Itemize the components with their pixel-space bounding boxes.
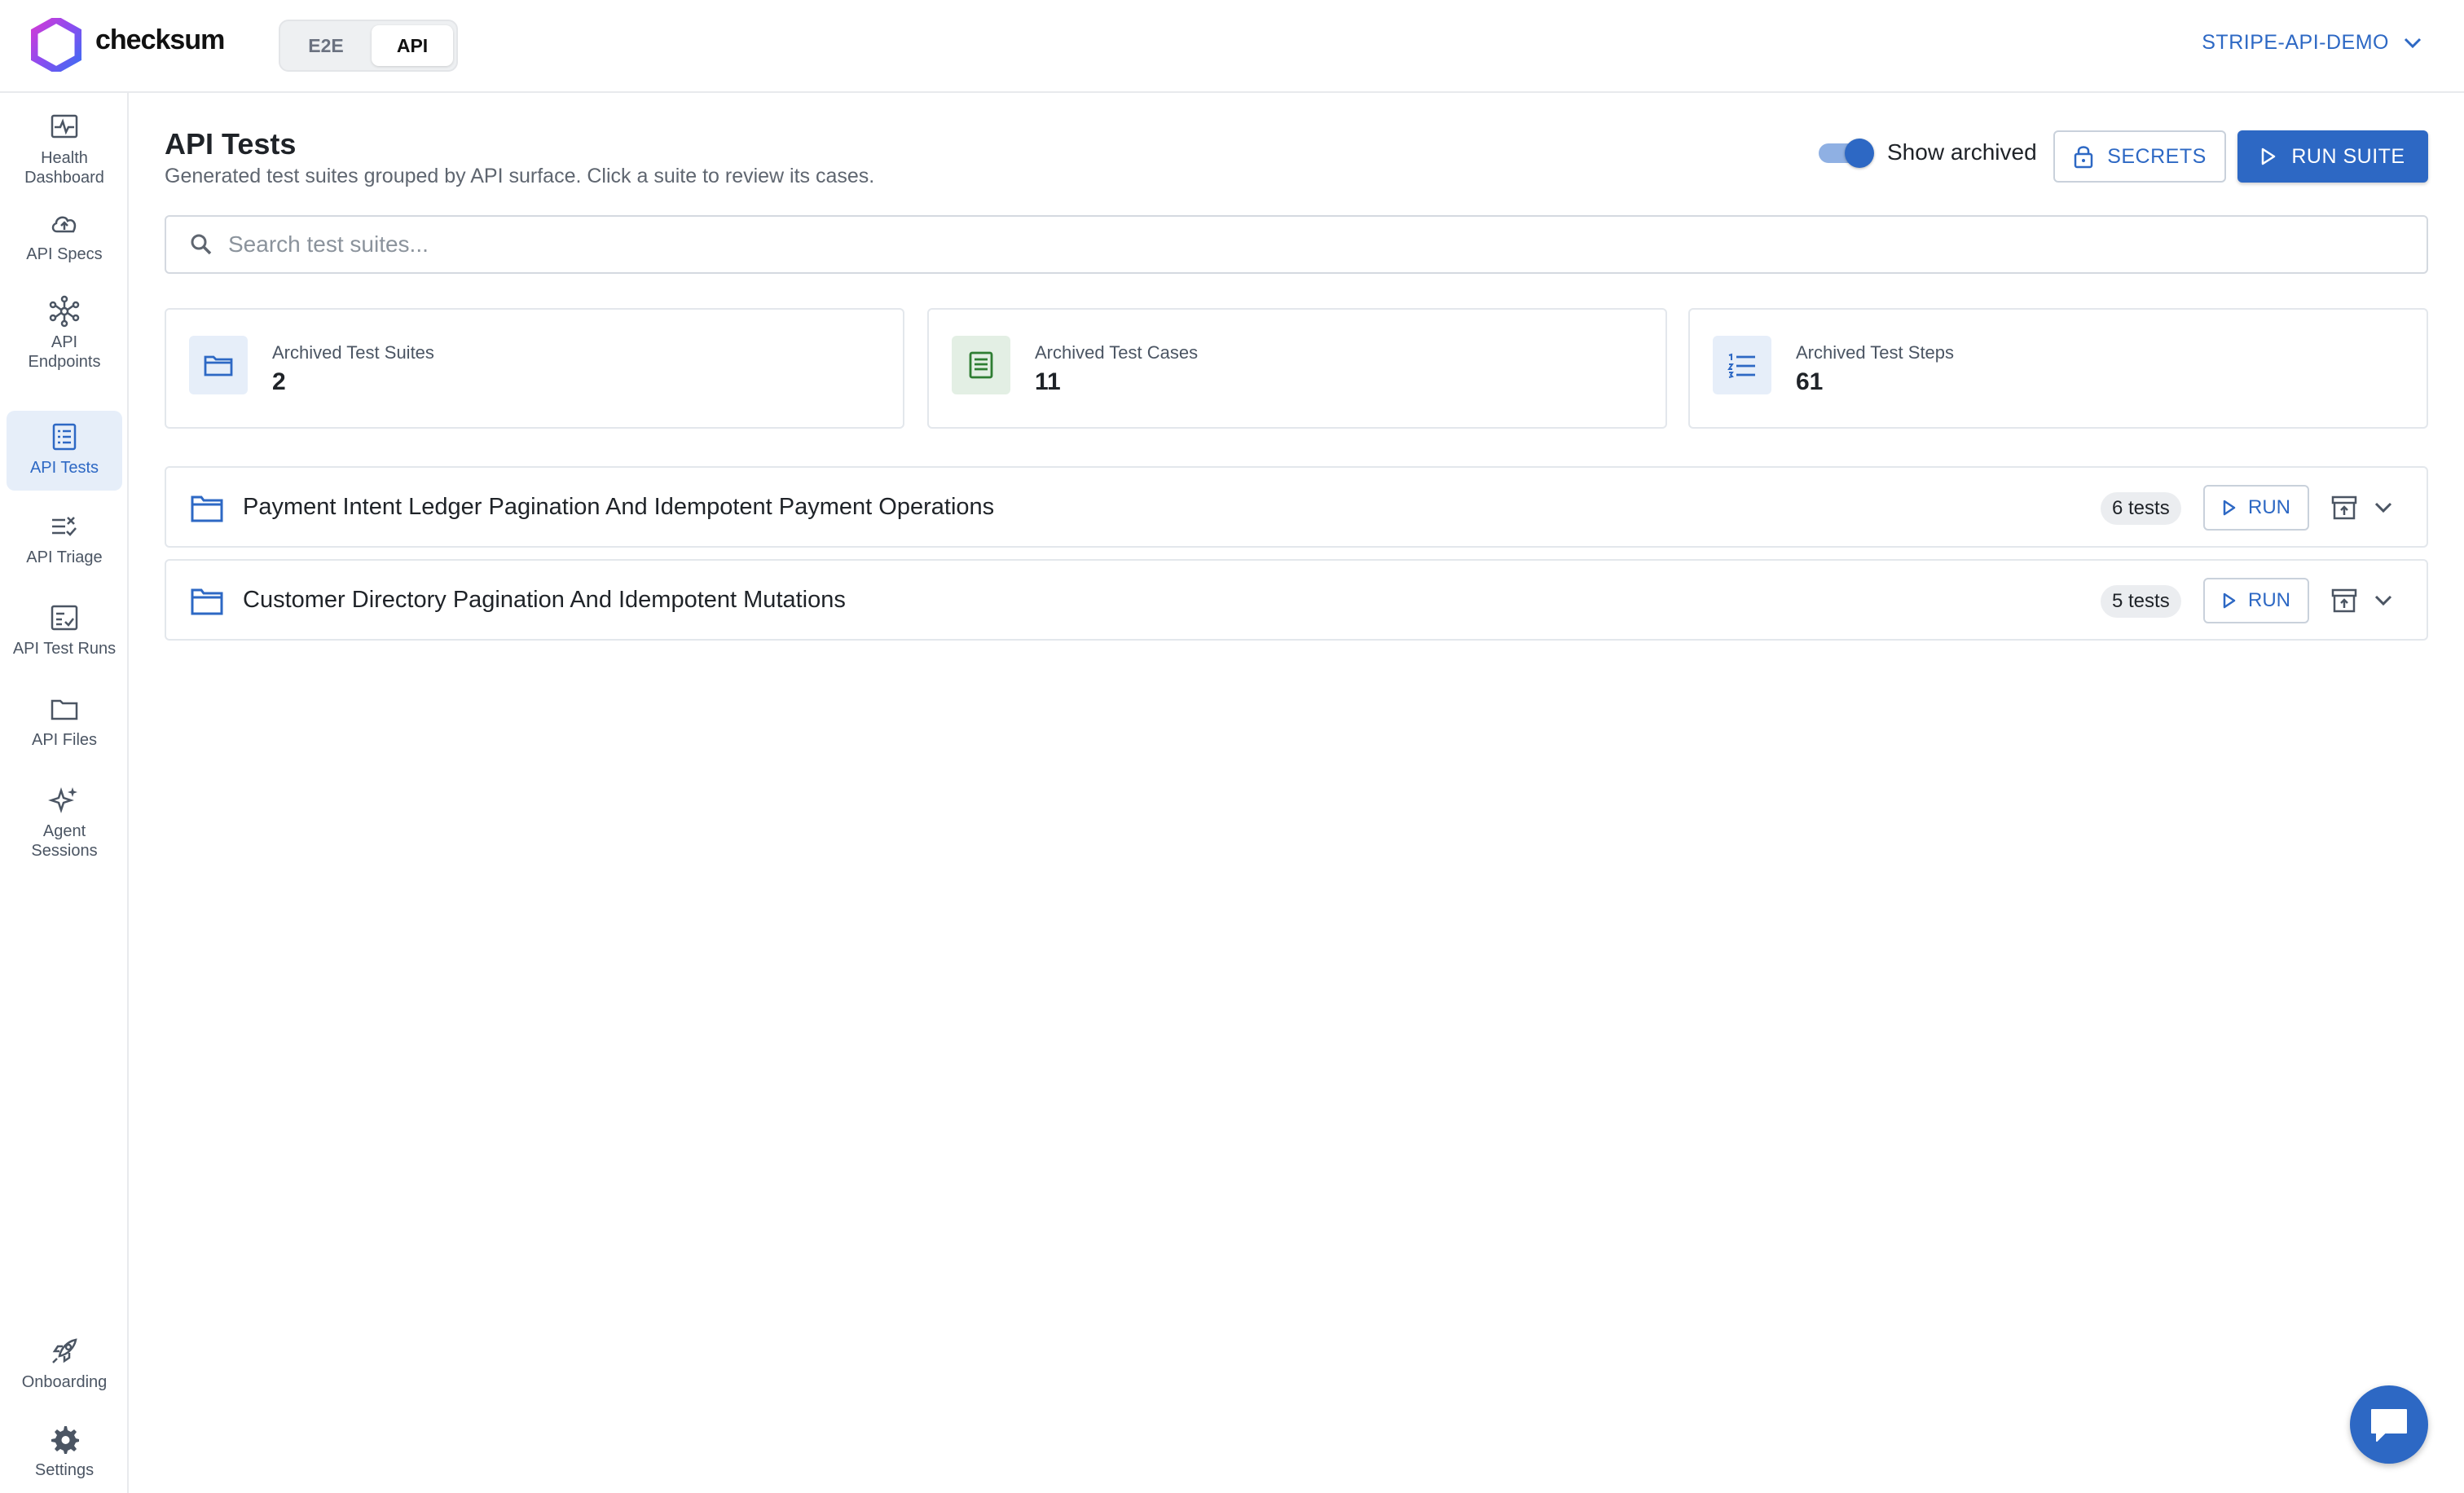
triage-icon <box>52 517 77 536</box>
org-name: STRIPE-API-DEMO <box>2202 31 2389 54</box>
suite-row[interactable]: Payment Intent Ledger Pagination And Ide… <box>165 466 2428 548</box>
chevron-down-icon <box>2404 37 2422 48</box>
stat-value: 61 <box>1796 368 1824 395</box>
run-label: RUN <box>2248 589 2290 611</box>
unarchive-icon[interactable] <box>2330 587 2358 614</box>
sidebar-item-api-files[interactable]: API Files <box>7 683 122 761</box>
cloud-upload-icon <box>51 216 77 233</box>
sidebar-item-label: Health Dashboard <box>24 149 104 187</box>
chevron-down-icon[interactable] <box>2373 590 2394 611</box>
lock-icon <box>2074 146 2093 169</box>
secrets-label: SECRETS <box>2107 144 2207 168</box>
page-title: API Tests <box>165 127 297 161</box>
search-icon <box>191 234 212 255</box>
sidebar-item-label: Settings <box>34 1461 95 1479</box>
top-bar: checksum E2E API STRIPE-API-DEMO <box>0 0 2464 93</box>
play-icon <box>2262 148 2276 165</box>
unarchive-icon[interactable] <box>2330 494 2358 522</box>
run-label: RUN <box>2248 496 2290 518</box>
sidebar: Health Dashboard API Specs API Endpoints… <box>0 93 129 1493</box>
checklist-icon <box>51 605 78 631</box>
stat-label: Archived Test Steps <box>1796 342 1955 363</box>
brand-name: checksum <box>95 24 225 55</box>
sidebar-item-api-tests[interactable]: API Tests <box>7 411 122 491</box>
chat-icon <box>2371 1409 2407 1442</box>
search-input[interactable] <box>228 231 2347 258</box>
numbered-list-icon <box>1713 336 1771 394</box>
suite-name: Payment Intent Ledger Pagination And Ide… <box>243 494 995 520</box>
sidebar-item-label: API Test Runs <box>12 640 117 658</box>
search-bar <box>165 215 2428 274</box>
sidebar-item-onboarding[interactable]: Onboarding <box>7 1325 122 1403</box>
folder-icon <box>189 336 248 394</box>
chevron-down-icon[interactable] <box>2373 497 2394 518</box>
page-subtitle: Generated test suites grouped by API sur… <box>165 165 875 187</box>
sidebar-item-api-specs[interactable]: API Specs <box>7 197 122 275</box>
mode-switcher: E2E API <box>279 20 458 72</box>
run-suite-label: RUN SUITE <box>2291 144 2405 168</box>
stat-value: 11 <box>1035 368 1061 395</box>
run-suite-button[interactable]: RUN SUITE <box>2237 130 2428 183</box>
sidebar-item-api-endpoints[interactable]: API Endpoints <box>7 285 122 377</box>
chat-button[interactable] <box>2350 1385 2428 1464</box>
sparkle-icon <box>48 787 77 813</box>
main-content: API Tests Generated test suites grouped … <box>129 93 2464 1493</box>
sidebar-item-label: API Triage <box>26 548 103 566</box>
document-icon <box>952 336 1010 394</box>
suite-row[interactable]: Customer Directory Pagination And Idempo… <box>165 559 2428 641</box>
folder-icon <box>191 588 223 615</box>
suite-run-button[interactable]: RUN <box>2203 578 2309 623</box>
suite-run-button[interactable]: RUN <box>2203 485 2309 531</box>
mode-api-tab[interactable]: API <box>372 25 453 66</box>
org-selector[interactable]: STRIPE-API-DEMO <box>2202 31 2422 55</box>
network-icon <box>49 295 80 328</box>
sidebar-item-api-triage[interactable]: API Triage <box>7 500 122 579</box>
toggle-switch[interactable] <box>1819 139 1874 168</box>
folder-icon <box>51 699 78 720</box>
suite-name: Customer Directory Pagination And Idempo… <box>243 587 846 613</box>
folder-icon <box>191 495 223 522</box>
stat-card-archived-cases: Archived Test Cases 11 <box>927 308 1667 429</box>
stat-label: Archived Test Suites <box>272 342 434 363</box>
sidebar-item-settings[interactable]: Settings <box>7 1413 122 1491</box>
test-count-badge: 6 tests <box>2101 492 2181 525</box>
sidebar-item-label: Onboarding <box>21 1373 108 1391</box>
secrets-button[interactable]: SECRETS <box>2053 130 2226 183</box>
list-icon <box>52 423 77 451</box>
sidebar-item-label: Agent Sessions <box>31 822 98 860</box>
stat-label: Archived Test Cases <box>1035 342 1199 363</box>
play-icon <box>2223 592 2236 609</box>
show-archived-toggle[interactable]: Show archived <box>1819 139 2037 168</box>
mode-e2e-tab[interactable]: E2E <box>285 25 367 66</box>
pulse-icon <box>51 114 78 139</box>
sidebar-item-health-dashboard[interactable]: Health Dashboard <box>7 101 122 189</box>
sidebar-item-agent-sessions[interactable]: Agent Sessions <box>7 774 122 865</box>
show-archived-label: Show archived <box>1887 139 2037 165</box>
stat-card-archived-steps: Archived Test Steps 61 <box>1688 308 2428 429</box>
test-count-badge: 5 tests <box>2101 585 2181 618</box>
sidebar-item-label: API Endpoints <box>28 333 101 371</box>
sidebar-item-label: API Files <box>31 731 98 749</box>
sidebar-item-label: API Specs <box>26 245 103 263</box>
checksum-logo-icon[interactable] <box>31 18 81 72</box>
play-icon <box>2223 500 2236 516</box>
sidebar-item-label: API Tests <box>29 459 99 477</box>
sidebar-item-api-test-runs[interactable]: API Test Runs <box>7 592 122 670</box>
stat-card-archived-suites: Archived Test Suites 2 <box>165 308 904 429</box>
rocket-icon <box>52 1338 77 1363</box>
gear-icon <box>51 1426 79 1454</box>
stat-value: 2 <box>272 368 286 395</box>
